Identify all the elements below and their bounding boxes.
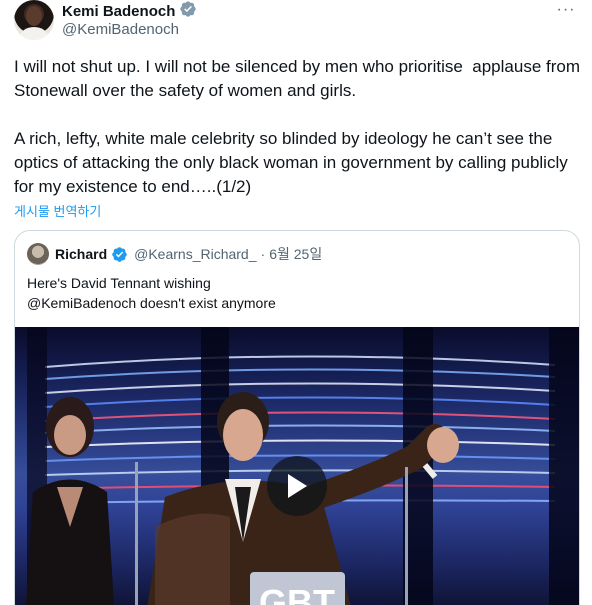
translate-post-link[interactable]: 게시물 번역하기	[14, 201, 101, 220]
play-button[interactable]	[267, 456, 327, 516]
separator-dot: ·	[260, 246, 266, 262]
quoted-author-avatar[interactable]	[27, 243, 49, 265]
avatar-shoulders	[20, 27, 48, 40]
quoted-author-handle[interactable]: @Kearns_Richard_	[134, 246, 256, 262]
quoted-tweet-date[interactable]: 6월 25일	[269, 244, 322, 264]
author-handle[interactable]: @KemiBadenoch	[62, 21, 179, 38]
author-display-name[interactable]: Kemi Badenoch	[62, 3, 175, 20]
author-avatar[interactable]	[14, 0, 54, 40]
quoted-tweet-text: Here's David Tennant wishing @KemiBadeno…	[27, 275, 276, 311]
quoted-tweet-header: Richard @Kearns_Richard_ · 6월 25일	[27, 243, 322, 265]
more-horizontal-icon: ···	[556, 1, 576, 18]
podium-logo-text: GBT	[259, 582, 335, 605]
video-player[interactable]: GBT	[15, 327, 579, 605]
author-name-row: Kemi Badenoch	[62, 0, 197, 23]
more-options-button[interactable]: ···	[554, 0, 578, 20]
avatar-face	[26, 6, 42, 26]
verified-badge-icon	[179, 0, 197, 23]
verified-badge-icon	[111, 246, 128, 263]
tweet-text: I will not shut up. I will not be silenc…	[14, 57, 580, 196]
quoted-tweet-card[interactable]: Richard @Kearns_Richard_ · 6월 25일 Here's…	[14, 230, 580, 605]
quoted-author-name[interactable]: Richard	[55, 246, 107, 262]
play-icon	[286, 473, 308, 499]
